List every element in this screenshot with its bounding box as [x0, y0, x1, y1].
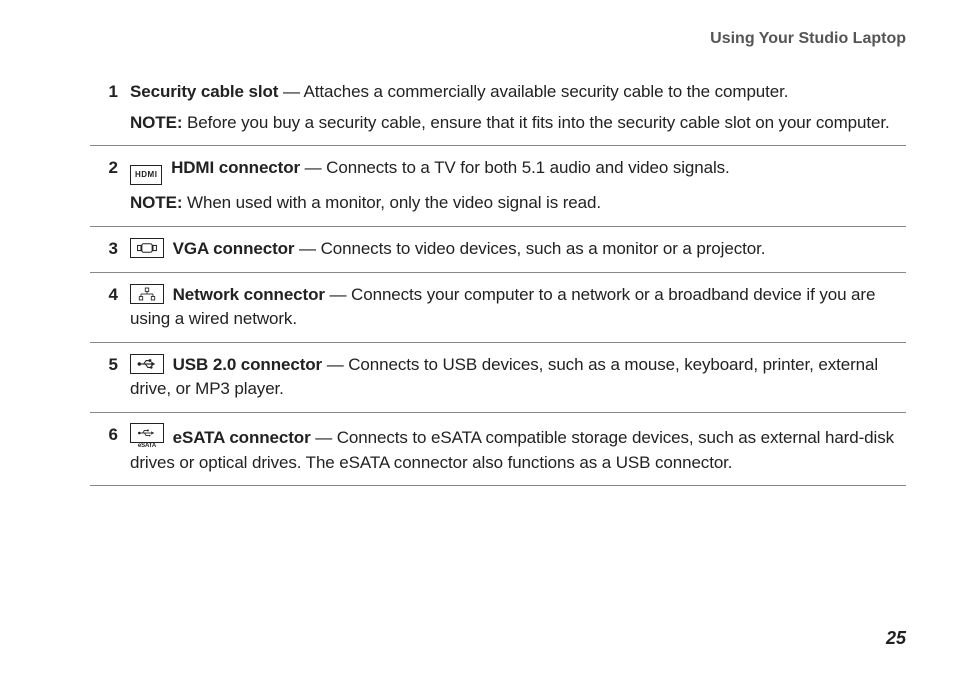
item-title: Network connector: [173, 285, 325, 304]
item-number: 1: [90, 80, 130, 105]
item-number: 3: [90, 237, 130, 262]
item-desc: — Attaches a commercially available secu…: [278, 82, 788, 101]
item-body: VGA connector — Connects to video device…: [130, 237, 906, 262]
vga-icon: [130, 238, 164, 258]
item-title: VGA connector: [173, 239, 295, 258]
item-body: Security cable slot — Attaches a commerc…: [130, 80, 906, 135]
item-title: HDMI connector: [171, 158, 300, 177]
list-item: 6 eSATA eSATA connector — Connects to e: [90, 413, 906, 486]
item-number: 6: [90, 423, 130, 448]
item-body: HDMI HDMI connector — Connects to a TV f…: [130, 156, 906, 216]
item-title: eSATA connector: [173, 428, 311, 447]
note-label: NOTE:: [130, 113, 182, 132]
list-item: 4 Network connector — Connects your comp…: [90, 273, 906, 343]
hdmi-icon: HDMI: [130, 165, 162, 185]
list-item: 3 VGA connector — Connects to video devi…: [90, 227, 906, 273]
item-title: Security cable slot: [130, 82, 278, 101]
note-label: NOTE:: [130, 193, 182, 212]
item-body: Network connector — Connects your comput…: [130, 283, 906, 332]
item-desc: — Connects to a TV for both 5.1 audio an…: [300, 158, 730, 177]
network-icon: [130, 284, 164, 304]
list-item: 5 USB 2.0 connector — Connects to USB de…: [90, 343, 906, 413]
item-body: eSATA eSATA connector — Connects to eSAT…: [130, 423, 906, 475]
port-list: 1 Security cable slot — Attaches a comme…: [48, 70, 906, 486]
item-number: 5: [90, 353, 130, 378]
list-item: 2 HDMI HDMI connector — Connects to a TV…: [90, 146, 906, 227]
note-text: When used with a monitor, only the video…: [182, 193, 601, 212]
esata-icon-text: eSATA: [135, 442, 159, 450]
note-text: Before you buy a security cable, ensure …: [182, 113, 889, 132]
item-number: 4: [90, 283, 130, 308]
item-body: USB 2.0 connector — Connects to USB devi…: [130, 353, 906, 402]
item-number: 2: [90, 156, 130, 181]
page-number: 25: [886, 628, 906, 649]
item-title: USB 2.0 connector: [173, 355, 322, 374]
usb-icon: [130, 354, 164, 374]
item-desc: — Connects to video devices, such as a m…: [294, 239, 765, 258]
esata-icon: eSATA: [130, 423, 164, 443]
list-item: 1 Security cable slot — Attaches a comme…: [90, 70, 906, 146]
section-header: Using Your Studio Laptop: [48, 30, 906, 48]
